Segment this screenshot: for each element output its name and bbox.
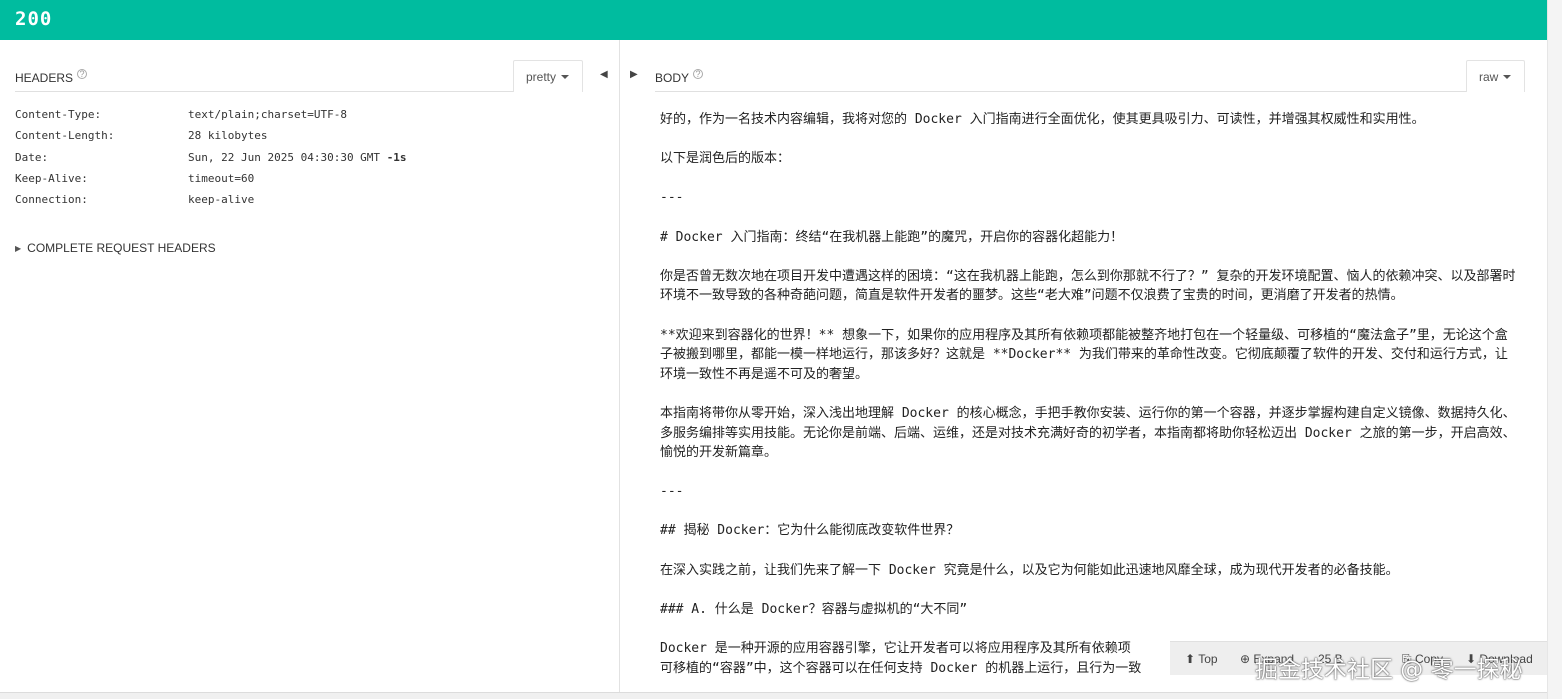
body-pane-header: BODY? raw bbox=[655, 60, 1525, 92]
body-paragraph: ## 揭秘 Docker：它为什么能彻底改变软件世界？ bbox=[660, 523, 960, 539]
headers-format-value: pretty bbox=[526, 70, 557, 84]
body-paragraph: --- bbox=[660, 484, 684, 500]
help-icon[interactable]: ? bbox=[77, 69, 88, 79]
expand-right-icon[interactable]: ▶ bbox=[630, 69, 638, 80]
body-title: BODY? bbox=[655, 69, 704, 85]
response-body: 好的，作为一名技术内容编辑，我将对您的 Docker 入门指南进行全面优化，使其… bbox=[660, 110, 1520, 678]
body-paragraph: 以下是润色后的版本： bbox=[660, 151, 791, 167]
caret-right-icon: ▶ bbox=[15, 244, 22, 253]
plus-icon: ⊕ bbox=[1240, 652, 1251, 666]
help-icon[interactable]: ? bbox=[693, 69, 704, 79]
status-code: 200 bbox=[15, 8, 53, 30]
body-format-dropdown[interactable]: raw bbox=[1466, 60, 1525, 92]
header-row: Keep-Alive: timeout=60 bbox=[15, 172, 407, 193]
bottom-scrollbar[interactable] bbox=[0, 692, 1547, 699]
body-paragraph: **欢迎来到容器化的世界！** 想象一下，如果你的应用程序及其所有依赖项都能被整… bbox=[660, 327, 1508, 382]
header-row: Content-Type: text/plain;charset=UTF-8 bbox=[15, 108, 407, 129]
top-button[interactable]: ⬆ Top bbox=[1185, 652, 1218, 666]
header-value: timeout=60 bbox=[188, 171, 255, 185]
body-paragraph: 本指南将带你从零开始，深入浅出地理解 Docker 的核心概念，手把手教你安装、… bbox=[660, 405, 1516, 461]
page-scrollbar[interactable] bbox=[1547, 0, 1562, 699]
header-row: Date: Sun, 22 Jun 2025 04:30:30 GMT -1s bbox=[15, 151, 407, 172]
body-paragraph: ### A. 什么是 Docker？容器与虚拟机的“大不同” bbox=[660, 601, 968, 617]
header-value: Sun, 22 Jun 2025 04:30:30 GMT -1s bbox=[188, 150, 407, 164]
caret-down-icon bbox=[1503, 75, 1512, 79]
body-paragraph: 在深入实践之前，让我们先来了解一下 Docker 究竟是什么，以及它为何能如此迅… bbox=[660, 562, 1399, 578]
body-paragraph: # Docker 入门指南：终结“在我机器上能跑”的魔咒，开启你的容器化超能力！ bbox=[660, 229, 1124, 245]
watermark: 掘金技术社区 @ 零一探秘 bbox=[1255, 657, 1523, 683]
body-paragraph: 你是否曾无数次地在项目开发中遭遇这样的困境：“这在我机器上能跑，怎么到你那就不行… bbox=[660, 268, 1516, 304]
headers-pane-header: HEADERS? pretty bbox=[15, 60, 583, 92]
body-format-value: raw bbox=[1479, 70, 1499, 84]
body-paragraph: --- bbox=[660, 190, 684, 206]
header-key: Content-Type: bbox=[15, 108, 102, 121]
complete-request-headers-label: COMPLETE REQUEST HEADERS bbox=[27, 241, 216, 255]
header-key: Date: bbox=[15, 150, 49, 164]
header-key: Keep-Alive: bbox=[15, 171, 88, 185]
header-row: Connection: keep-alive bbox=[15, 193, 407, 214]
headers-pane: HEADERS? pretty Content-Type: text/plain… bbox=[0, 40, 620, 699]
header-value: text/plain;charset=UTF-8 bbox=[188, 108, 347, 121]
date-offset: -1s bbox=[386, 150, 407, 164]
header-value: 28 kilobytes bbox=[188, 129, 268, 143]
arrow-up-icon: ⬆ bbox=[1185, 652, 1196, 666]
header-value: keep-alive bbox=[188, 193, 255, 207]
response-headers-table: Content-Type: text/plain;charset=UTF-8 C… bbox=[15, 108, 407, 214]
caret-down-icon bbox=[561, 75, 570, 79]
body-paragraph: 好的，作为一名技术内容编辑，我将对您的 Docker 入门指南进行全面优化，使其… bbox=[660, 112, 1425, 127]
header-row: Content-Length: 28 kilobytes bbox=[15, 129, 407, 150]
header-key: Connection: bbox=[15, 193, 88, 207]
status-bar: 200 bbox=[0, 0, 1547, 40]
headers-title: HEADERS? bbox=[15, 69, 88, 85]
header-key: Content-Length: bbox=[15, 129, 115, 143]
collapse-left-icon[interactable]: ◀ bbox=[600, 69, 608, 80]
headers-format-dropdown[interactable]: pretty bbox=[513, 60, 583, 92]
complete-request-headers-toggle[interactable]: ▶ COMPLETE REQUEST HEADERS bbox=[15, 241, 216, 255]
